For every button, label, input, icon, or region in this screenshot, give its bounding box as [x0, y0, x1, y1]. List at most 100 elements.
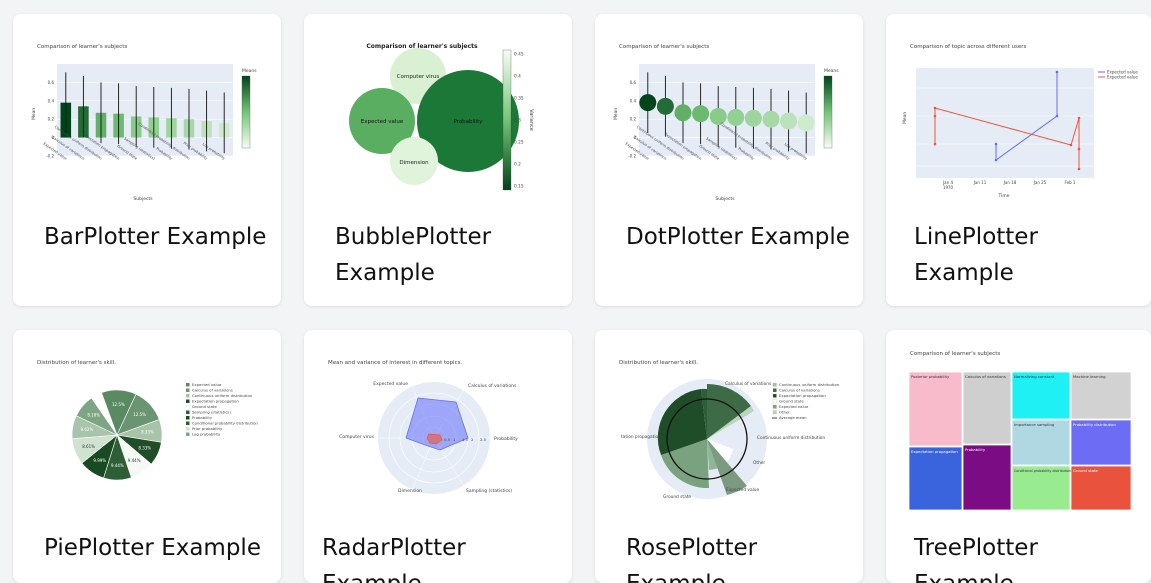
y-tick-label: 0.6: [630, 80, 637, 85]
chart-title: Comparison of learner's subjects: [910, 351, 1000, 357]
legend-entry: Calculus of variations: [192, 388, 233, 393]
card-radarplotter[interactable]: Mean and variance of interest in differe…: [304, 330, 572, 583]
card-title[interactable]: BubblePlotter Example: [335, 219, 515, 291]
y-axis-label: Mean: [613, 108, 619, 120]
legend-swatch: [772, 393, 777, 398]
rose-label: Expected value: [726, 487, 760, 493]
colorbar-title: Variance: [528, 109, 534, 131]
rose-label: Other: [753, 460, 765, 466]
legend-entry: Sampling (statistics): [192, 410, 231, 415]
axis-label: Computer virus: [339, 434, 374, 440]
legend-entry: Ground state: [192, 404, 217, 409]
axis-label: Dimension: [398, 488, 422, 494]
treemap-tile: [908, 446, 963, 511]
card-title[interactable]: RadarPlotter Example: [322, 530, 562, 583]
plot-area: [916, 68, 1094, 178]
colorbar-tick: 0.25: [514, 140, 524, 146]
y-axis-label: Mean: [31, 108, 37, 120]
legend-entry: Expectation propagation: [192, 399, 239, 404]
card-title[interactable]: DotPlotter Example: [626, 219, 851, 255]
treemap-tile: [962, 371, 1012, 445]
legend-swatch: [772, 410, 777, 415]
legend-entry: Continuous uniform distribution: [779, 382, 840, 387]
legend-entry: Log probability: [192, 432, 221, 437]
axis-label: Sampling (statistics): [466, 488, 512, 494]
legend-swatch: [186, 432, 190, 436]
colorbar-title: Means: [824, 68, 839, 74]
card-title[interactable]: RosePlotter Example: [626, 530, 851, 583]
x-axis-label: Subjects: [715, 196, 735, 202]
legend-swatch: [186, 399, 190, 403]
tile-label: Expectation propagation: [911, 449, 958, 454]
legend-swatch: [186, 421, 190, 425]
x-tick-label: Jan 18: [1003, 180, 1017, 185]
rose-label: Calculus of variations: [725, 381, 772, 387]
roseplotter-thumbnail[interactable]: Distribution of learner's skill. Calculu…: [595, 330, 863, 540]
slice-label: 8.18%: [87, 413, 100, 418]
legend-swatch: [772, 388, 777, 393]
card-roseplotter[interactable]: Distribution of learner's skill. Calculu…: [595, 330, 863, 583]
slice-label: 12.5%: [112, 402, 125, 407]
card-pieplotter[interactable]: Distribution of learner's skill. 12.5% 12…: [13, 330, 281, 583]
y-tick-label: 0.2: [630, 117, 637, 122]
card-dotplotter[interactable]: Comparison of learner's subjects -0.2 0 0.…: [595, 14, 863, 306]
card-title[interactable]: BarPlotter Example: [44, 219, 269, 255]
dot: [656, 97, 674, 115]
card-title[interactable]: TreePlotter Example: [914, 530, 1139, 583]
rose-label: Ground state: [663, 494, 691, 500]
tile-label: Normalizing constant: [1014, 374, 1055, 379]
radial-tick: 1.5: [462, 437, 469, 442]
dot: [692, 105, 710, 123]
legend-swatch: [186, 388, 190, 392]
colorbar: [241, 75, 251, 149]
lineplotter-thumbnail[interactable]: Comparison of topic across different use…: [886, 14, 1151, 224]
treeplotter-thumbnail[interactable]: Comparison of learner's subjects Posteri…: [886, 330, 1151, 540]
y-tick-label: -0.2: [46, 154, 54, 159]
legend-entry: Other: [779, 410, 790, 415]
x-tick-label: Jan 11: [973, 180, 987, 185]
slice-label: 8.62%: [81, 427, 94, 432]
card-barplotter[interactable]: Comparison of learner's subjects -0.2 0 0.…: [13, 14, 281, 306]
rose-label: tation propagation: [621, 434, 661, 440]
bubbleplotter-thumbnail[interactable]: Comparison of learner's subjects Compute…: [304, 14, 572, 224]
dot: [744, 109, 762, 127]
dot: [780, 112, 798, 130]
tile-label: Ground state: [1073, 468, 1098, 473]
radarplotter-thumbnail[interactable]: Mean and variance of interest in differe…: [304, 330, 572, 540]
bubble-label: Computer virus: [397, 74, 440, 80]
dotplotter-thumbnail[interactable]: Comparison of learner's subjects -0.2 0 0.…: [595, 14, 863, 224]
card-title[interactable]: LinePlotter Example: [914, 219, 1139, 291]
colorbar: [502, 49, 512, 191]
treemap-tile: [1011, 371, 1071, 420]
legend-swatch: [772, 404, 777, 409]
card-bubbleplotter[interactable]: Comparison of learner's subjects Compute…: [304, 14, 572, 306]
tile-label: Probability distribution: [1073, 422, 1117, 427]
radial-tick: 2.5: [480, 437, 487, 442]
colorbar: [823, 75, 833, 149]
barplotter-thumbnail[interactable]: Comparison of learner's subjects -0.2 0 0.…: [13, 14, 281, 224]
pieplotter-thumbnail[interactable]: Distribution of learner's skill. 12.5% 12…: [13, 330, 281, 540]
legend-swatch: [186, 394, 190, 398]
legend-entry: Ground state: [779, 399, 804, 404]
card-treeplotter[interactable]: Comparison of learner's subjects Posteri…: [886, 330, 1151, 583]
chart-title: Comparison of topic across different use…: [910, 44, 1027, 50]
x-tick-label: Feb 1: [1065, 180, 1076, 185]
dot: [674, 104, 692, 122]
tile-label: Calculus of variations: [965, 374, 1006, 379]
card-title[interactable]: PiePlotter Example: [44, 530, 269, 566]
tile-label: Machine learning: [1073, 374, 1106, 379]
rose-label: Continuous uniform distribution: [757, 435, 825, 441]
legend-swatch: [186, 410, 190, 414]
tile-label: Importance sampling: [1014, 422, 1055, 427]
card-lineplotter[interactable]: Comparison of topic across different use…: [886, 14, 1151, 306]
legend-entry: Continuous uniform distribution: [192, 393, 253, 398]
radial-tick: 0.5: [444, 437, 451, 442]
axis-label: Expected value: [373, 381, 408, 387]
legend-entry: Expected value: [192, 382, 222, 387]
dot: [639, 94, 657, 112]
axis-label: Probability: [494, 436, 518, 442]
colorbar-tick: 0.35: [514, 96, 524, 102]
colorbar-tick: 0.4: [514, 74, 521, 80]
legend-swatch: [186, 427, 190, 431]
y-tick-label: -0.2: [628, 154, 636, 159]
